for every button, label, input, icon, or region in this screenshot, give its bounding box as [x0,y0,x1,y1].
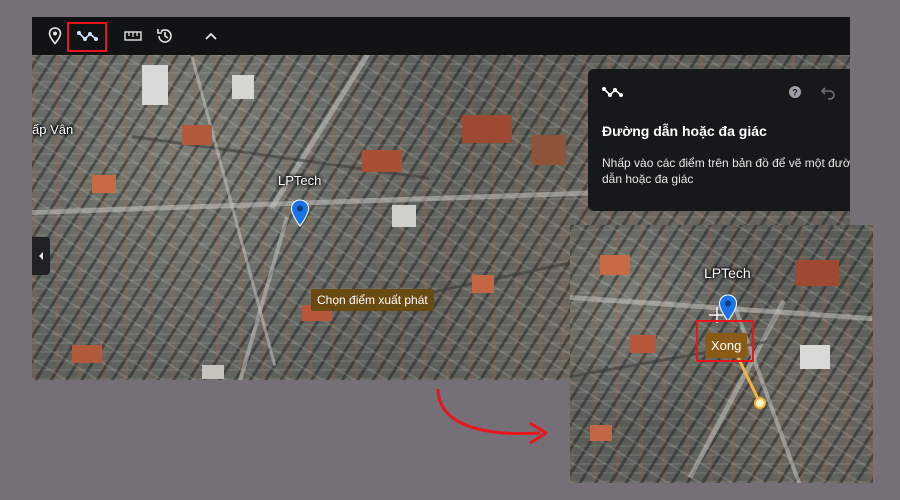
road [190,56,277,366]
help-button[interactable]: ? [788,85,802,99]
help-icon: ? [789,86,801,98]
edge-place-label: ấp Vân [32,122,74,137]
zoomed-inset: LPTech Xong [570,225,873,483]
location-pin-icon[interactable] [290,199,310,227]
chevron-up-icon [205,32,217,40]
history-icon [157,29,172,43]
panel-description: Nhấp vào các điểm trên bản đồ để vẽ một … [602,155,850,187]
roof [202,365,224,379]
undo-icon [820,87,835,100]
highlight-box-path-button [67,22,107,52]
place-label-lptech: LPTech [704,265,751,281]
roof [392,205,416,227]
path-polygon-panel: ? Đường dẫn hoặc đa giác Nhấp vào các đi… [588,69,850,211]
measure-button[interactable] [118,21,148,51]
panel-description-line: dẫn hoặc đa giác [602,172,694,186]
roof [630,335,656,353]
undo-button[interactable] [820,84,836,100]
satellite-map-zoomed[interactable]: LPTech Xong [570,225,873,483]
roof [600,255,630,275]
chevron-left-icon [39,252,43,260]
location-pin-icon[interactable] [718,294,738,322]
roof [142,65,168,105]
panel-description-line: Nhấp vào các điểm trên bản đồ để vẽ một … [602,156,850,170]
sidebar-toggle-button[interactable] [32,237,50,275]
roof [590,425,612,441]
roof [182,125,212,145]
pin-icon [48,27,62,45]
historical-imagery-button[interactable] [150,21,180,51]
place-label-lptech: LPTech [278,173,322,188]
panel-title: Đường dẫn hoặc đa giác [602,123,767,139]
roof [362,150,402,172]
roof [462,115,512,143]
ruler-icon [124,31,142,41]
collapse-toolbar-button[interactable] [196,21,226,51]
add-placemark-button[interactable] [40,21,70,51]
path-icon [602,87,623,97]
roof [72,345,102,363]
roof [472,275,494,293]
curved-arrow-icon [436,388,548,445]
start-point-tooltip: Chọn điểm xuất phát [311,289,434,311]
roof [232,75,254,99]
roof [92,175,116,193]
roof [800,345,830,369]
svg-text:?: ? [792,88,798,98]
toolbar [32,17,850,56]
highlight-box-done [696,320,754,362]
roof [532,135,566,165]
roof [795,260,839,286]
